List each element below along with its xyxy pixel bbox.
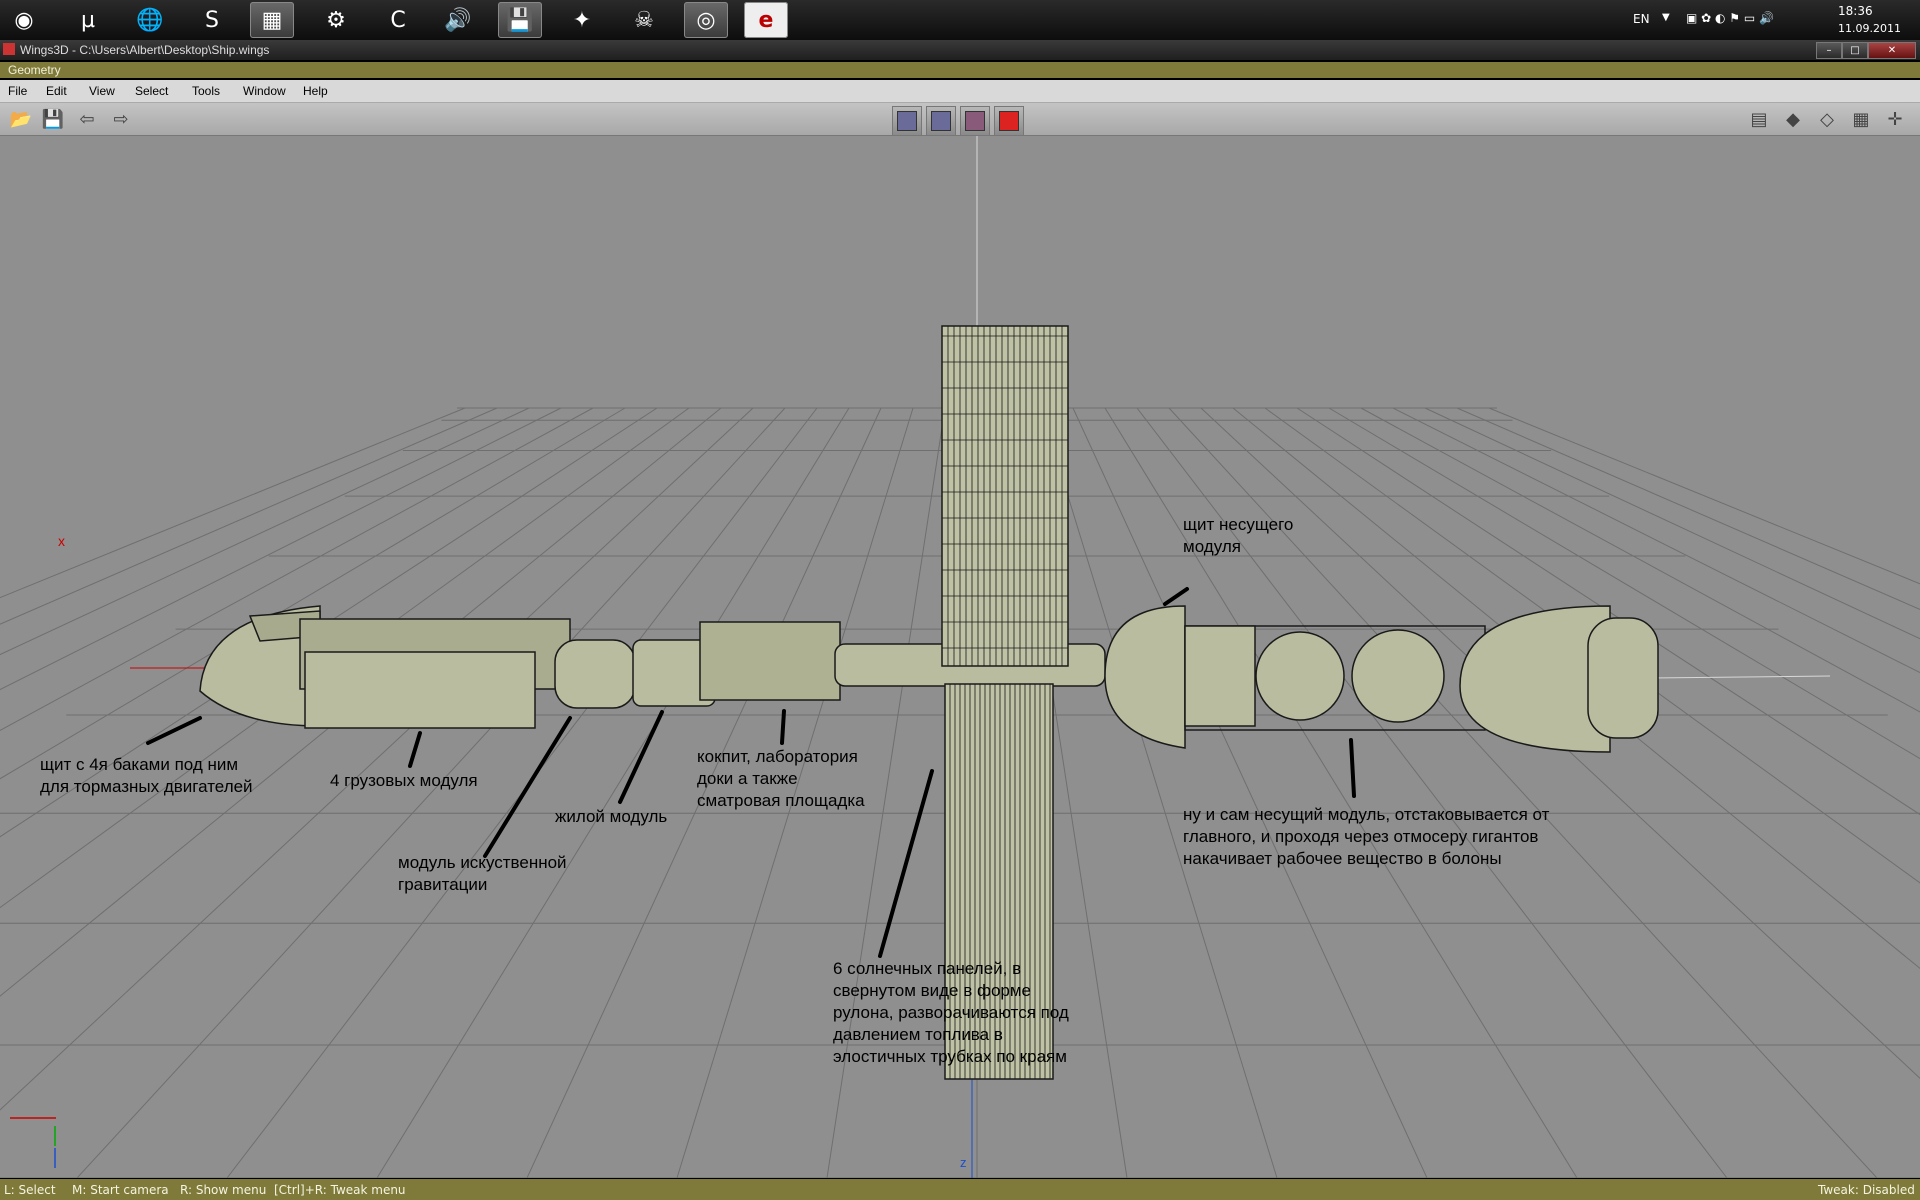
window-titlebar[interactable]: Wings3D - C:\Users\Albert\Desktop\Ship.w… <box>0 40 1920 60</box>
z-axis-label: z <box>960 1155 967 1170</box>
fuel-sphere-1-mesh <box>1255 631 1345 721</box>
vertex-cube-icon <box>897 111 917 131</box>
redo-arrow-icon[interactable]: ⇨ <box>108 106 134 132</box>
status-left-hint: L: Select <box>4 1183 56 1197</box>
toolbar: 📂 💾 ⇦ ⇨ ▤ ◆ ◇ ▦ ✛ <box>0 103 1920 136</box>
ground-grid-icon[interactable]: ▦ <box>1848 106 1874 132</box>
tray-icons[interactable]: ▣ ✿ ◐ ⚑ ▭ 🔊 <box>1686 11 1774 25</box>
object-select-mode-button[interactable] <box>994 106 1024 136</box>
carrier-rear-cap-mesh <box>1587 617 1659 739</box>
open-folder-icon[interactable]: 📂 <box>8 106 34 132</box>
taskbar: ◉ µ 🌐 S ▦ ⚙ C 🔊 💾 ✦ ☠ ◎ e EN ▼ ▣ ✿ ◐ ⚑ ▭… <box>0 0 1920 40</box>
annotation-cargo-modules: 4 грузовых модуля <box>330 771 478 790</box>
carrier-tank-mesh <box>1184 625 1256 727</box>
cockpit-mesh <box>699 621 841 701</box>
annotation-solar-panels: 6 солнечных панелей, в свернутом виде в … <box>833 959 1069 1066</box>
edge-select-mode-button[interactable] <box>926 106 956 136</box>
smooth-shaded-icon[interactable]: ◆ <box>1780 106 1806 132</box>
app-icon[interactable]: ▦ <box>250 2 294 38</box>
object-cube-icon <box>999 111 1019 131</box>
start-orb-icon[interactable]: ◉ <box>2 2 46 38</box>
erlang-glyph: e <box>758 7 774 33</box>
axis-gizmo <box>10 1117 56 1168</box>
menu-window[interactable]: Window <box>243 84 286 98</box>
status-bar: L: Select M: Start camera R: Show menu [… <box>0 1179 1920 1200</box>
clock-date[interactable]: 11.09.2011 <box>1838 22 1901 35</box>
menu-tools[interactable]: Tools <box>192 84 220 98</box>
minimize-button[interactable]: – <box>1816 42 1842 59</box>
menu-file[interactable]: File <box>8 84 27 98</box>
annotation-carrier-module: ну и сам несущий модуль, отстаковывается… <box>1183 805 1550 868</box>
status-ctrl-hint: [Ctrl]+R: Tweak menu <box>274 1183 406 1197</box>
fuel-sphere-2-mesh <box>1351 629 1445 723</box>
window-title: Wings3D - C:\Users\Albert\Desktop\Ship.w… <box>20 43 270 57</box>
google-earth-icon[interactable]: 🌐 <box>128 2 172 38</box>
save-icon[interactable]: 💾 <box>40 106 66 132</box>
face-cube-icon <box>965 111 985 131</box>
annotation-gravity-module: модуль искуственной гравитации <box>398 853 567 894</box>
game-icon[interactable]: ✦ <box>560 2 604 38</box>
chrome-icon[interactable]: ◎ <box>684 2 728 38</box>
3d-viewport[interactable]: x z щит с 4я баками под ним для тормазны… <box>0 136 1920 1178</box>
status-right-hint: R: Show menu <box>180 1183 267 1197</box>
clock-time[interactable]: 18:36 <box>1838 4 1873 18</box>
chevron-down-icon[interactable]: ▼ <box>1662 12 1670 23</box>
menu-select[interactable]: Select <box>135 84 168 98</box>
wings-app-icon <box>3 43 15 55</box>
annotation-brake-shield: щит с 4я баками под ним для тормазных дв… <box>40 755 253 796</box>
wireframe-cube-icon[interactable]: ◇ <box>1814 106 1840 132</box>
annotation-carrier-shield: щит несущего модуля <box>1183 515 1294 556</box>
menu-edit[interactable]: Edit <box>46 84 67 98</box>
annotation-living-module: жилой модуль <box>555 807 668 826</box>
face-select-mode-button[interactable] <box>960 106 990 136</box>
skype-icon[interactable]: S <box>190 2 234 38</box>
solar-panels-top <box>941 325 1069 667</box>
utorrent-icon[interactable]: µ <box>66 2 110 38</box>
menu-view[interactable]: View <box>89 84 115 98</box>
alien-game-icon[interactable]: ☠ <box>622 2 666 38</box>
menu-help[interactable]: Help <box>303 84 328 98</box>
cargo-module-bottom <box>304 651 536 729</box>
erlang-icon[interactable]: e <box>744 2 788 38</box>
speaker-icon[interactable]: 🔊 <box>436 2 480 38</box>
settings-tool-icon[interactable]: ⚙ <box>314 2 358 38</box>
axis-line-right <box>1649 675 1831 679</box>
status-middle-hint: M: Start camera <box>72 1183 169 1197</box>
undo-arrow-icon[interactable]: ⇦ <box>74 106 100 132</box>
vertex-select-mode-button[interactable] <box>892 106 922 136</box>
outliner-icon[interactable]: ▤ <box>1746 106 1772 132</box>
ccleaner-icon[interactable]: C <box>376 2 420 38</box>
gravity-module-mesh <box>554 639 636 709</box>
geometry-label: Geometry <box>8 63 61 77</box>
maximize-button[interactable]: □ <box>1842 42 1868 59</box>
menu-bar: File Edit View Select Tools Window Help <box>0 80 1920 103</box>
geometry-window-bar: Geometry <box>0 62 1920 78</box>
annotation-cockpit: кокпит, лаборатория доки а также сматров… <box>697 747 865 810</box>
close-button[interactable]: ✕ <box>1868 42 1916 59</box>
tweak-status[interactable]: Tweak: Disabled <box>1818 1183 1915 1197</box>
carrier-shield-mesh <box>1104 605 1186 749</box>
axes-icon[interactable]: ✛ <box>1882 106 1908 132</box>
x-axis-label: x <box>58 533 65 549</box>
language-indicator[interactable]: EN <box>1633 12 1650 26</box>
save-disk-icon[interactable]: 💾 <box>498 2 542 38</box>
edge-cube-icon <box>931 111 951 131</box>
